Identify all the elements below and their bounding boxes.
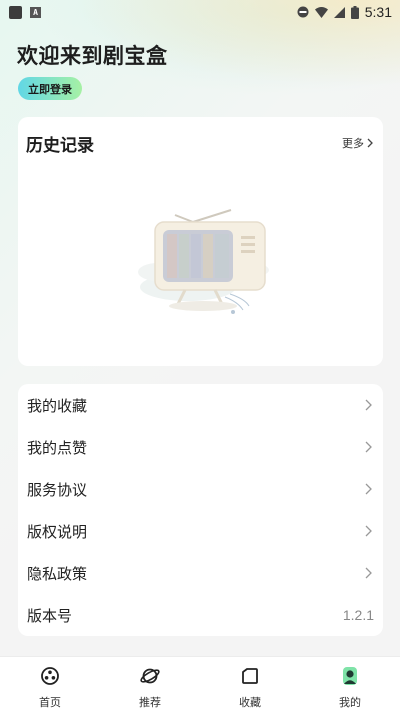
nav-item-recommend[interactable]: 推荐 [100,657,200,711]
history-card: 历史记录 更多 [18,117,383,366]
menu-item-favorites[interactable]: 我的收藏 [18,384,383,426]
chevron-right-icon [365,441,372,453]
a-badge-icon: A [30,6,41,18]
nav-label: 推荐 [139,696,161,709]
chevron-right-icon [365,525,372,537]
empty-tv-illustration [138,209,269,314]
nav-label: 收藏 [239,696,261,709]
battery-icon [350,5,359,19]
film-reel-icon [41,667,59,685]
login-button[interactable]: 立即登录 [18,77,82,100]
menu-item-privacy[interactable]: 隐私政策 [18,552,383,594]
user-icon [343,667,357,685]
menu-item-label: 版权说明 [27,522,88,541]
nav-item-mine[interactable]: 我的 [300,657,400,711]
bottom-nav: 首页 推荐 收藏 我的 [0,656,400,711]
history-title: 历史记录 [26,136,94,156]
menu-item-version: 版本号 1.2.1 [18,594,383,636]
chevron-right-icon [365,483,372,495]
history-more-link[interactable]: 更多 [342,135,373,151]
nav-item-home[interactable]: 首页 [0,657,100,711]
nav-item-collection[interactable]: 收藏 [200,657,300,711]
status-bar: A 5:31 [0,0,400,24]
planet-icon [140,668,160,684]
chevron-right-icon [367,138,373,148]
app-square-icon [9,5,22,19]
menu-item-copyright[interactable]: 版权说明 [18,510,383,552]
version-label: 版本号 [27,606,73,625]
nav-label: 首页 [39,696,61,709]
do-not-disturb-icon [297,6,309,18]
menu-item-service-agreement[interactable]: 服务协议 [18,468,383,510]
menu-item-label: 我的点赞 [27,438,88,457]
welcome-title: 欢迎来到剧宝盒 [17,44,168,68]
chevron-right-icon [365,399,372,411]
menu-item-likes[interactable]: 我的点赞 [18,426,383,468]
signal-icon [333,6,345,18]
nav-label: 我的 [339,696,361,709]
status-time: 5:31 [364,4,392,20]
chevron-right-icon [365,567,372,579]
menu-item-label: 隐私政策 [27,564,88,583]
folder-icon [242,668,258,684]
wifi-icon [314,6,328,18]
version-value: 1.2.1 [342,607,374,623]
menu-card: 我的收藏 我的点赞 服务协议 版权说明 隐私政策 版本号 1.2.1 [18,384,383,636]
menu-item-label: 我的收藏 [27,396,88,415]
history-more-label: 更多 [342,137,364,150]
menu-item-label: 服务协议 [27,480,88,499]
